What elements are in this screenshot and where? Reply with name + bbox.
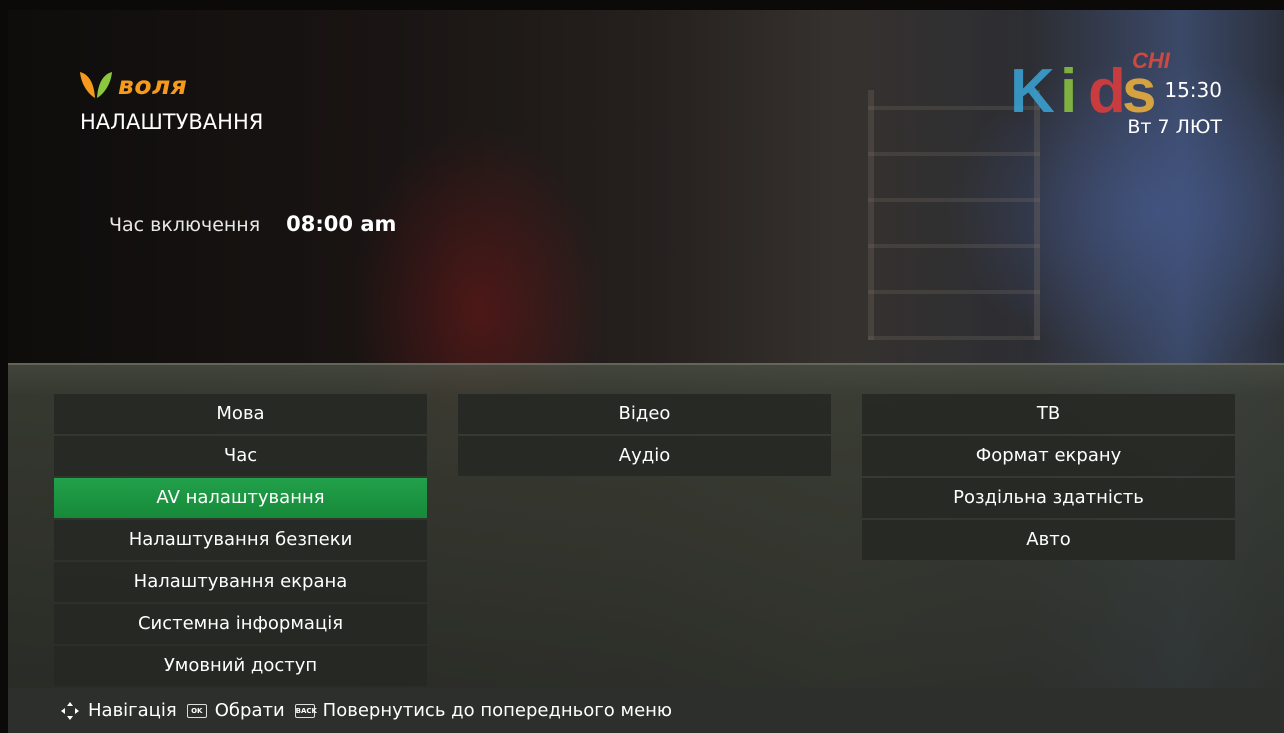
power-on-time-label: Час включення xyxy=(109,214,261,236)
channel-logo-badge: СНІ xyxy=(1132,48,1170,73)
brand-name: воля xyxy=(118,70,188,100)
menu-item-screen-format[interactable]: Формат екрану xyxy=(862,436,1235,476)
menu-item-system-info[interactable]: Системна інформація xyxy=(54,604,427,644)
help-select: Обрати xyxy=(214,700,285,721)
menu-item-av-settings[interactable]: AV налаштування xyxy=(54,478,427,518)
settings-menu-column: Мова Час AV налаштування Налаштування бе… xyxy=(54,394,427,688)
date: Вт 7 ЛЮТ xyxy=(1127,116,1222,138)
brand-logo: воля xyxy=(78,70,187,100)
video-options-column: ТВ Формат екрану Роздільна здатність Авт… xyxy=(862,394,1235,562)
brand-leaf-icon xyxy=(80,72,112,98)
menu-item-resolution[interactable]: Роздільна здатність xyxy=(862,478,1235,518)
dpad-nav-icon xyxy=(61,701,79,720)
menu-panel-divider xyxy=(8,363,1284,365)
menu-item-audio[interactable]: Аудіо xyxy=(458,436,831,476)
help-bar: Навігація OK Обрати BACK Повернутись до … xyxy=(8,688,1284,733)
menu-item-conditional-access[interactable]: Умовний доступ xyxy=(54,646,427,686)
power-on-time-row: Час включення 08:00 am xyxy=(109,212,396,236)
page-title: НАЛАШТУВАННЯ xyxy=(80,110,264,134)
menu-item-time[interactable]: Час xyxy=(54,436,427,476)
power-on-time-value: 08:00 am xyxy=(286,212,397,236)
ok-key-icon: OK xyxy=(186,703,207,718)
menu-item-auto[interactable]: Авто xyxy=(862,520,1235,560)
help-navigation: Навігація xyxy=(88,700,177,721)
clock: 15:30 xyxy=(1164,78,1222,102)
channel-logo-letter: i xyxy=(1060,57,1078,126)
menu-item-video[interactable]: Відео xyxy=(458,394,831,434)
menu-item-security-settings[interactable]: Налаштування безпеки xyxy=(54,520,427,560)
channel-logo-letter: d xyxy=(1088,57,1126,126)
help-back: Повернутись до попереднього меню xyxy=(322,700,673,721)
channel-logo-letter: K xyxy=(1010,57,1055,126)
menu-item-language[interactable]: Мова xyxy=(54,394,427,434)
back-key-icon: BACK xyxy=(294,703,317,718)
menu-item-screen-settings[interactable]: Налаштування екрана xyxy=(54,562,427,602)
menu-item-tv[interactable]: ТВ xyxy=(862,394,1235,434)
av-submenu-column: Відео Аудіо xyxy=(458,394,831,478)
